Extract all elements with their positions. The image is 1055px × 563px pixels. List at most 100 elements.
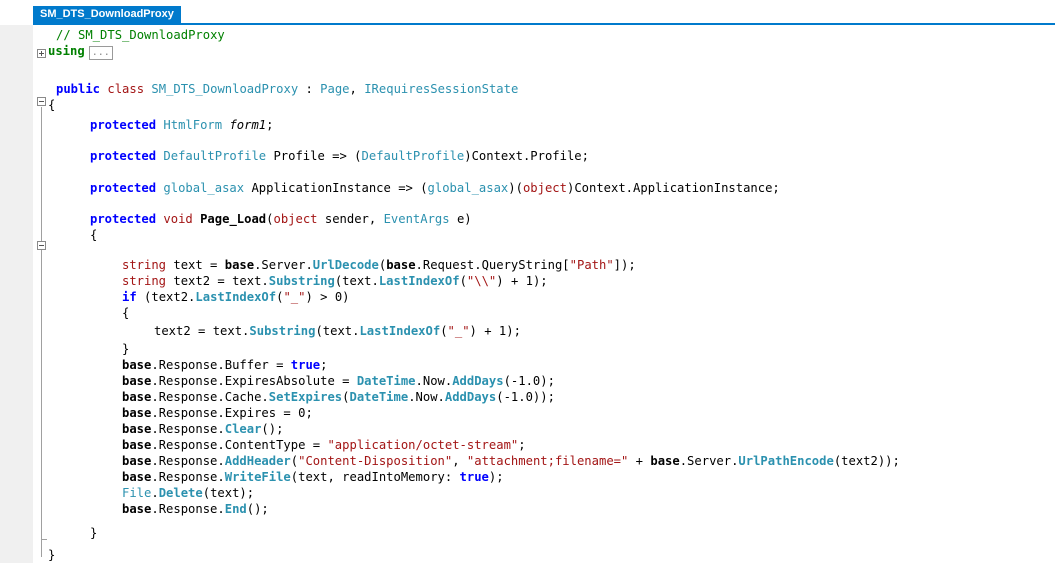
- method-name: AddDays: [444, 390, 497, 404]
- method-fold-end: [41, 539, 47, 540]
- code-text: .Response.Buffer =: [151, 358, 291, 372]
- code-text: .Response.ContentType =: [151, 438, 328, 452]
- method-name: LastIndexOf: [378, 274, 460, 288]
- code-text: (text.: [315, 324, 360, 338]
- code-text: (text.: [334, 274, 379, 288]
- kw: string: [122, 258, 167, 272]
- code-text: .Response.: [151, 454, 225, 468]
- method-name: LastIndexOf: [195, 290, 277, 304]
- string-literal: "_": [447, 324, 470, 338]
- string-literal: "Content-Disposition": [298, 454, 453, 468]
- kw: void: [163, 212, 193, 226]
- kw: base: [122, 470, 152, 484]
- method-name: End: [224, 502, 247, 516]
- method-name: Substring: [249, 324, 316, 338]
- method-name: Clear: [224, 422, 262, 436]
- document-tab[interactable]: SM_DTS_DownloadProxy: [33, 6, 181, 23]
- code-text: .Server.: [254, 258, 313, 272]
- code-text: Profile => (: [266, 149, 362, 163]
- type-name: File: [122, 486, 152, 500]
- code-line-class: public class SM_DTS_DownloadProxy : Page…: [56, 81, 518, 97]
- code-line-2: using...: [48, 43, 113, 60]
- code-line-expires: base.Response.Expires = 0;: [122, 405, 313, 421]
- collapsed-region[interactable]: ...: [88, 46, 113, 60]
- method-name: Delete: [158, 486, 203, 500]
- type-name: DateTime: [356, 374, 416, 388]
- field-name: form1: [229, 118, 267, 132]
- kw: true: [459, 470, 489, 484]
- type-name: global_asax: [163, 181, 245, 195]
- brace: }: [122, 342, 130, 356]
- string-literal: "_": [283, 290, 306, 304]
- code-text: text =: [166, 258, 225, 272]
- class-fold-line: [41, 107, 42, 557]
- kw: base: [224, 258, 255, 272]
- punct: ,: [349, 82, 365, 96]
- type-name: IRequiresSessionState: [364, 82, 519, 96]
- code-line-class-close: }: [48, 547, 55, 563]
- code-line-setexpires: base.Response.Cache.SetExpires(DateTime.…: [122, 389, 555, 405]
- code-text: ();: [261, 422, 284, 436]
- code-text: )Context.ApplicationInstance;: [566, 181, 780, 195]
- kw: base: [122, 422, 152, 436]
- punct: .: [151, 486, 159, 500]
- code-text: ) + 1);: [496, 274, 548, 288]
- code-line-if-open: {: [122, 305, 129, 321]
- kw: base: [122, 358, 152, 372]
- code-text: )Context.Profile;: [464, 149, 589, 163]
- code-text: ]);: [613, 258, 636, 272]
- collapse-class-icon[interactable]: [37, 97, 46, 106]
- punct: :: [298, 82, 321, 96]
- brace: {: [48, 98, 56, 112]
- kw: base: [650, 454, 680, 468]
- code-line-open: {: [48, 97, 55, 113]
- code-line-method-open: {: [90, 227, 97, 243]
- code-line-if: if (text2.LastIndexOf("_") > 0): [122, 290, 350, 304]
- type-name: DefaultProfile: [361, 149, 465, 163]
- code-line-assign: text2 = text.Substring(text.LastIndexOf(…: [154, 324, 521, 338]
- code-text: (text2.: [136, 290, 196, 304]
- code-text: (-1.0));: [496, 390, 555, 404]
- type-name: DateTime: [349, 390, 409, 404]
- method-name: Page_Load: [200, 212, 267, 226]
- code-text: text2 = text.: [154, 324, 250, 338]
- method-name: Substring: [268, 274, 335, 288]
- type-name: EventArgs: [383, 212, 450, 226]
- collapse-method-icon[interactable]: [37, 241, 46, 250]
- brace: {: [122, 306, 130, 320]
- code-text: text2 = text.: [166, 274, 269, 288]
- kw: string: [122, 274, 167, 288]
- code-text: .Response.: [151, 422, 225, 436]
- method-name: AddHeader: [224, 454, 291, 468]
- method-name: UrlDecode: [312, 258, 379, 272]
- code-text: (-1.0);: [503, 374, 555, 388]
- kw: base: [122, 390, 152, 404]
- code-text: .Response.Expires = 0;: [151, 406, 313, 420]
- code-line-contenttype: base.Response.ContentType = "application…: [122, 437, 526, 453]
- code-line-appinstance: protected global_asax ApplicationInstanc…: [90, 181, 780, 195]
- kw: protected: [90, 181, 157, 195]
- code-text: .Response.Cache.: [151, 390, 269, 404]
- kw: true: [290, 358, 321, 372]
- expand-using-icon[interactable]: [37, 49, 46, 58]
- code-text: .Response.: [151, 502, 225, 516]
- string-literal: "application/octet-stream": [327, 438, 519, 452]
- method-name: AddDays: [452, 374, 504, 388]
- kw: if: [122, 290, 137, 304]
- kw: base: [122, 502, 152, 516]
- kw: public: [56, 82, 101, 96]
- kw: base: [122, 374, 152, 388]
- kw: base: [386, 258, 416, 272]
- code-text: .Server.: [679, 454, 739, 468]
- brace: }: [90, 526, 98, 540]
- punct: ;: [266, 118, 274, 132]
- code-text: .Now.: [415, 374, 453, 388]
- code-line-1: // SM_DTS_DownloadProxy: [56, 27, 225, 43]
- punct: ;: [320, 358, 328, 372]
- string-literal: "attachment;filename=": [466, 454, 629, 468]
- code-text: );: [488, 470, 504, 484]
- type-name: HtmlForm: [163, 118, 223, 132]
- brace: }: [48, 548, 56, 562]
- code-line-method-close: }: [90, 525, 97, 541]
- method-name: WriteFile: [224, 470, 291, 484]
